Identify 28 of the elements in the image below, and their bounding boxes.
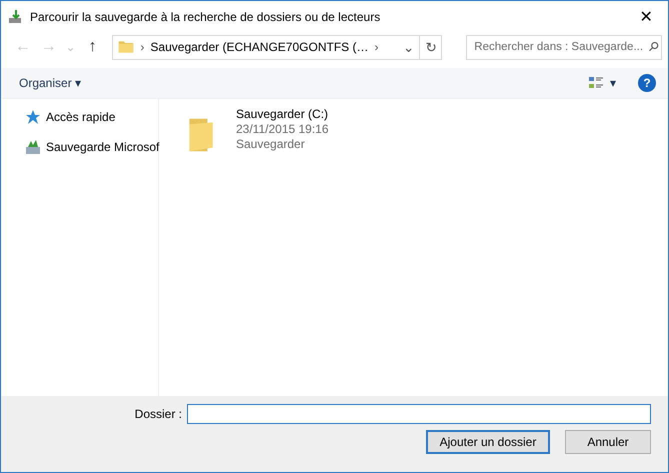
- caret-icon[interactable]: ▾: [610, 76, 616, 90]
- sidebar-item[interactable]: Sauvegarde Microsof: [46, 140, 160, 154]
- folder-field[interactable]: [187, 404, 651, 424]
- help-button[interactable]: ?: [638, 74, 656, 92]
- view-icon: [588, 75, 604, 91]
- folder-type: Sauvegarder: [236, 137, 306, 151]
- sidebar-item[interactable]: Accès rapide: [46, 110, 116, 124]
- chevron-icon[interactable]: ›: [368, 40, 384, 54]
- add-folder-button[interactable]: Ajouter un dossier: [426, 430, 550, 454]
- organize-button[interactable]: Organiser ▾: [13, 74, 88, 92]
- history-button[interactable]: ⌄: [397, 36, 420, 58]
- folder-name[interactable]: Sauvegarder (C:): [236, 107, 329, 121]
- window-title: Parcourir la sauvegarde à la recherche de dossiers ou de lecteurs: [30, 10, 382, 24]
- address-bar[interactable]: › Sauvegarder (ECHANGE70GONTFS (… › ⌄ ↻: [112, 34, 442, 60]
- search-icon: [648, 41, 660, 53]
- backup-icon: [25, 139, 41, 155]
- breadcrumb[interactable]: Sauvegarder (ECHANGE70GONTFS (…: [150, 40, 368, 54]
- folder-label: Dossier :: [134, 407, 182, 421]
- folder-date: 23/11/2015 19:16: [236, 122, 329, 136]
- close-button[interactable]: ✕: [624, 2, 668, 32]
- refresh-button[interactable]: ↻: [419, 36, 442, 58]
- cancel-button[interactable]: Annuler: [565, 430, 651, 454]
- chevron-icon[interactable]: ›: [134, 40, 150, 54]
- search-field[interactable]: Rechercher dans : Sauvegarde...: [466, 34, 662, 60]
- folder-icon: [118, 39, 134, 55]
- star-icon: [25, 109, 41, 125]
- up-button[interactable]: ↑: [80, 38, 104, 56]
- backup-icon: [8, 8, 24, 24]
